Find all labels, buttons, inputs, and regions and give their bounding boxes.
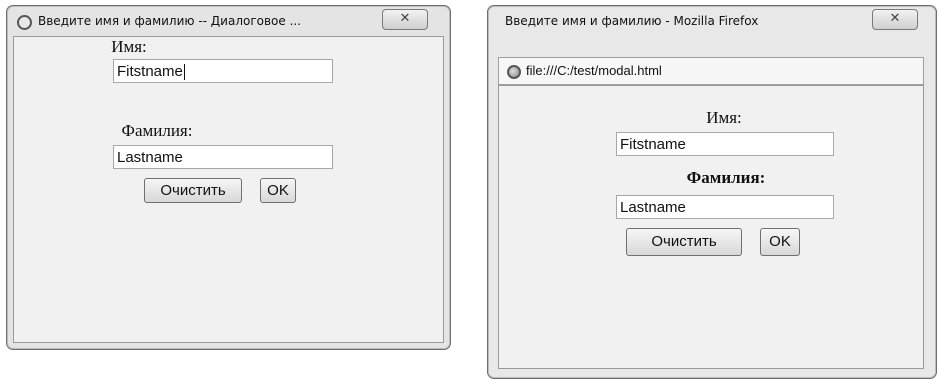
right-dialog-content: Имя: Fitstname Фамилия: Lastname Очистит… <box>498 85 924 369</box>
last-name-value: Lastname <box>620 199 686 216</box>
right-dialog-close-button[interactable]: ✕ <box>872 9 918 30</box>
address-bar[interactable]: file:///C:/test/modal.html <box>498 57 924 85</box>
ok-button[interactable]: OK <box>760 228 800 256</box>
last-name-input[interactable]: Lastname <box>113 145 333 169</box>
globe-icon <box>507 64 521 79</box>
browser-app-icon <box>17 15 32 30</box>
last-name-label: Фамилия: <box>121 121 193 140</box>
first-name-input[interactable]: Fitstname <box>616 132 834 156</box>
right-dialog-window: Введите имя и фамилию - Mozilla Firefox … <box>487 5 937 379</box>
ok-button[interactable]: OK <box>260 178 296 203</box>
last-name-label: Фамилия: <box>686 168 766 187</box>
left-dialog-close-button[interactable]: ✕ <box>382 9 428 30</box>
first-name-value: Fitstname <box>117 63 183 80</box>
left-dialog-content: Имя: Fitstname Фамилия: Lastname Очистит… <box>13 36 444 343</box>
left-dialog-window: Введите имя и фамилию -- Диалоговое ... … <box>6 5 451 350</box>
text-caret <box>183 64 185 81</box>
right-dialog-titlebar[interactable]: Введите имя и фамилию - Mozilla Firefox … <box>488 6 936 36</box>
clear-button[interactable]: Очистить <box>144 178 242 203</box>
left-dialog-title: Введите имя и фамилию -- Диалоговое ... <box>38 14 302 28</box>
last-name-value: Lastname <box>117 149 183 166</box>
address-url: file:///C:/test/modal.html <box>526 63 662 78</box>
background-page-text <box>468 48 472 77</box>
right-dialog-title: Введите имя и фамилию - Mozilla Firefox <box>505 14 759 28</box>
first-name-label: Имя: <box>706 108 742 127</box>
last-name-input[interactable]: Lastname <box>616 195 834 219</box>
clear-button[interactable]: Очистить <box>626 228 742 256</box>
left-dialog-titlebar[interactable]: Введите имя и фамилию -- Диалоговое ... … <box>7 6 450 36</box>
first-name-value: Fitstname <box>620 136 686 153</box>
first-name-input[interactable]: Fitstname <box>113 59 333 83</box>
first-name-label: Имя: <box>111 37 147 56</box>
